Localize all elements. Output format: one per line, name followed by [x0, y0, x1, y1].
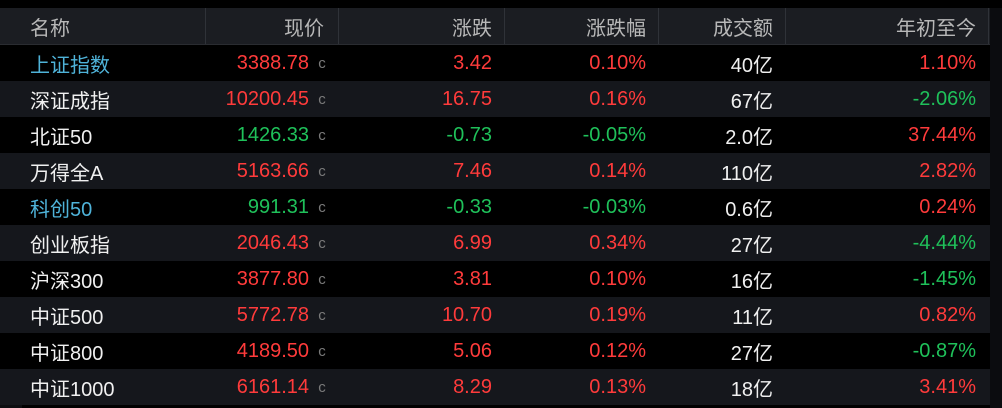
price-flag-icon: c [318, 342, 326, 360]
index-name[interactable]: 上证指数 [30, 45, 110, 81]
column-header-change-percent[interactable]: 涨跌幅 [586, 8, 646, 44]
index-name[interactable]: 北证50 [30, 117, 92, 153]
table-row[interactable]: 万得全A 5163.66 c 7.46 0.14% 110亿 2.82% [0, 153, 1002, 189]
table-row[interactable]: 中证800 4189.50 c 5.06 0.12% 27亿 -0.87% [0, 333, 1002, 369]
volume-value: 110亿 [721, 162, 773, 185]
price-flag-icon: c [318, 90, 326, 108]
table-row[interactable]: 创业板指 2046.43 c 6.99 0.34% 27亿 -4.44% [0, 225, 1002, 261]
change-percent-value: 0.16% [589, 87, 646, 110]
change-value: 7.46 [453, 159, 492, 182]
column-header-volume[interactable]: 成交额 [713, 8, 773, 44]
table-row[interactable]: 科创50 991.31 c -0.33 -0.03% 0.6亿 0.24% [0, 189, 1002, 225]
volume-value: 0.6亿 [725, 198, 773, 221]
change-percent-value: 0.12% [589, 339, 646, 362]
table-row[interactable]: 深证成指 10200.45 c 16.75 0.16% 67亿 -2.06% [0, 81, 1002, 117]
change-percent-value: -0.05% [582, 123, 646, 146]
index-name[interactable]: 创业板指 [30, 225, 110, 261]
volume-value: 40亿 [730, 54, 773, 77]
price-value: 3388.78 [236, 51, 309, 74]
scrollbar-track[interactable] [990, 8, 1002, 408]
index-name[interactable]: 科创50 [30, 189, 92, 225]
index-name[interactable]: 深证成指 [30, 81, 110, 117]
change-percent-value: 0.13% [589, 375, 646, 398]
price-flag-icon: c [318, 234, 326, 252]
column-divider[interactable] [504, 8, 505, 44]
column-header-change[interactable]: 涨跌 [452, 8, 492, 44]
table-row[interactable]: 上证指数 3388.78 c 3.42 0.10% 40亿 1.10% [0, 45, 1002, 81]
ytd-value: 3.41% [919, 375, 976, 398]
table-row[interactable]: 中证500 5772.78 c 10.70 0.19% 11亿 0.82% [0, 297, 1002, 333]
price-value: 1426.33 [236, 123, 309, 146]
change-percent-value: 0.19% [589, 303, 646, 326]
price-value: 2046.43 [236, 231, 309, 254]
price-value: 6161.14 [236, 375, 309, 398]
volume-value: 11亿 [732, 306, 773, 329]
change-value: 3.42 [453, 51, 492, 74]
volume-value: 18亿 [730, 378, 773, 401]
index-name[interactable]: 万得全A [30, 153, 103, 189]
column-divider[interactable] [785, 8, 786, 44]
price-value: 4189.50 [236, 339, 309, 362]
price-flag-icon: c [318, 54, 326, 72]
volume-value: 27亿 [730, 342, 773, 365]
change-percent-value: -0.03% [582, 195, 646, 218]
change-value: 8.29 [453, 375, 492, 398]
price-value: 991.31 [247, 195, 309, 218]
table-body: 上证指数 3388.78 c 3.42 0.10% 40亿 1.10% 深证成指 10200.4… [0, 45, 1002, 405]
price-flag-icon: c [318, 126, 326, 144]
volume-value: 16亿 [730, 270, 773, 293]
index-quote-table: 名称 现价 涨跌 涨跌幅 成交额 年初至今 上证指数 3388.78 c 3.42 0.… [0, 8, 1002, 405]
column-header-ytd[interactable]: 年初至今 [896, 8, 976, 44]
price-flag-icon: c [318, 198, 326, 216]
ytd-value: 0.82% [919, 303, 976, 326]
price-value: 5772.78 [236, 303, 309, 326]
change-percent-value: 0.14% [589, 159, 646, 182]
column-header-name[interactable]: 名称 [30, 8, 70, 44]
price-flag-icon: c [318, 162, 326, 180]
price-value: 10200.45 [225, 87, 309, 110]
column-divider[interactable] [205, 8, 206, 44]
ytd-value: 2.82% [919, 159, 976, 182]
column-divider[interactable] [988, 8, 989, 44]
change-percent-value: 0.10% [589, 267, 646, 290]
price-flag-icon: c [318, 270, 326, 288]
ytd-value: 0.24% [919, 195, 976, 218]
ytd-value: -4.44% [912, 231, 976, 254]
ytd-value: 37.44% [908, 123, 976, 146]
table-row[interactable]: 中证1000 6161.14 c 8.29 0.13% 18亿 3.41% [0, 369, 1002, 405]
change-value: -0.73 [446, 123, 492, 146]
change-value: 5.06 [453, 339, 492, 362]
column-divider[interactable] [658, 8, 659, 44]
column-divider[interactable] [338, 8, 339, 44]
change-value: 10.70 [441, 303, 492, 326]
index-name[interactable]: 中证500 [30, 297, 103, 333]
change-value: 3.81 [453, 267, 492, 290]
column-header-price[interactable]: 现价 [284, 8, 324, 44]
index-name[interactable]: 沪深300 [30, 261, 103, 297]
table-row[interactable]: 沪深300 3877.80 c 3.81 0.10% 16亿 -1.45% [0, 261, 1002, 297]
change-percent-value: 0.34% [589, 231, 646, 254]
table-row[interactable]: 北证50 1426.33 c -0.73 -0.05% 2.0亿 37.44% [0, 117, 1002, 153]
change-value: 6.99 [453, 231, 492, 254]
ytd-value: -2.06% [912, 87, 976, 110]
price-value: 5163.66 [236, 159, 309, 182]
index-name[interactable]: 中证1000 [30, 369, 115, 405]
volume-value: 2.0亿 [725, 126, 773, 149]
volume-value: 67亿 [730, 90, 773, 113]
ytd-value: -0.87% [912, 339, 976, 362]
ytd-value: 1.10% [919, 51, 976, 74]
ytd-value: -1.45% [912, 267, 976, 290]
table-header: 名称 现价 涨跌 涨跌幅 成交额 年初至今 [0, 8, 1002, 45]
change-percent-value: 0.10% [589, 51, 646, 74]
index-name[interactable]: 中证800 [30, 333, 103, 369]
price-flag-icon: c [318, 306, 326, 324]
volume-value: 27亿 [730, 234, 773, 257]
price-value: 3877.80 [236, 267, 309, 290]
change-value: -0.33 [446, 195, 492, 218]
price-flag-icon: c [318, 378, 326, 396]
change-value: 16.75 [441, 87, 492, 110]
